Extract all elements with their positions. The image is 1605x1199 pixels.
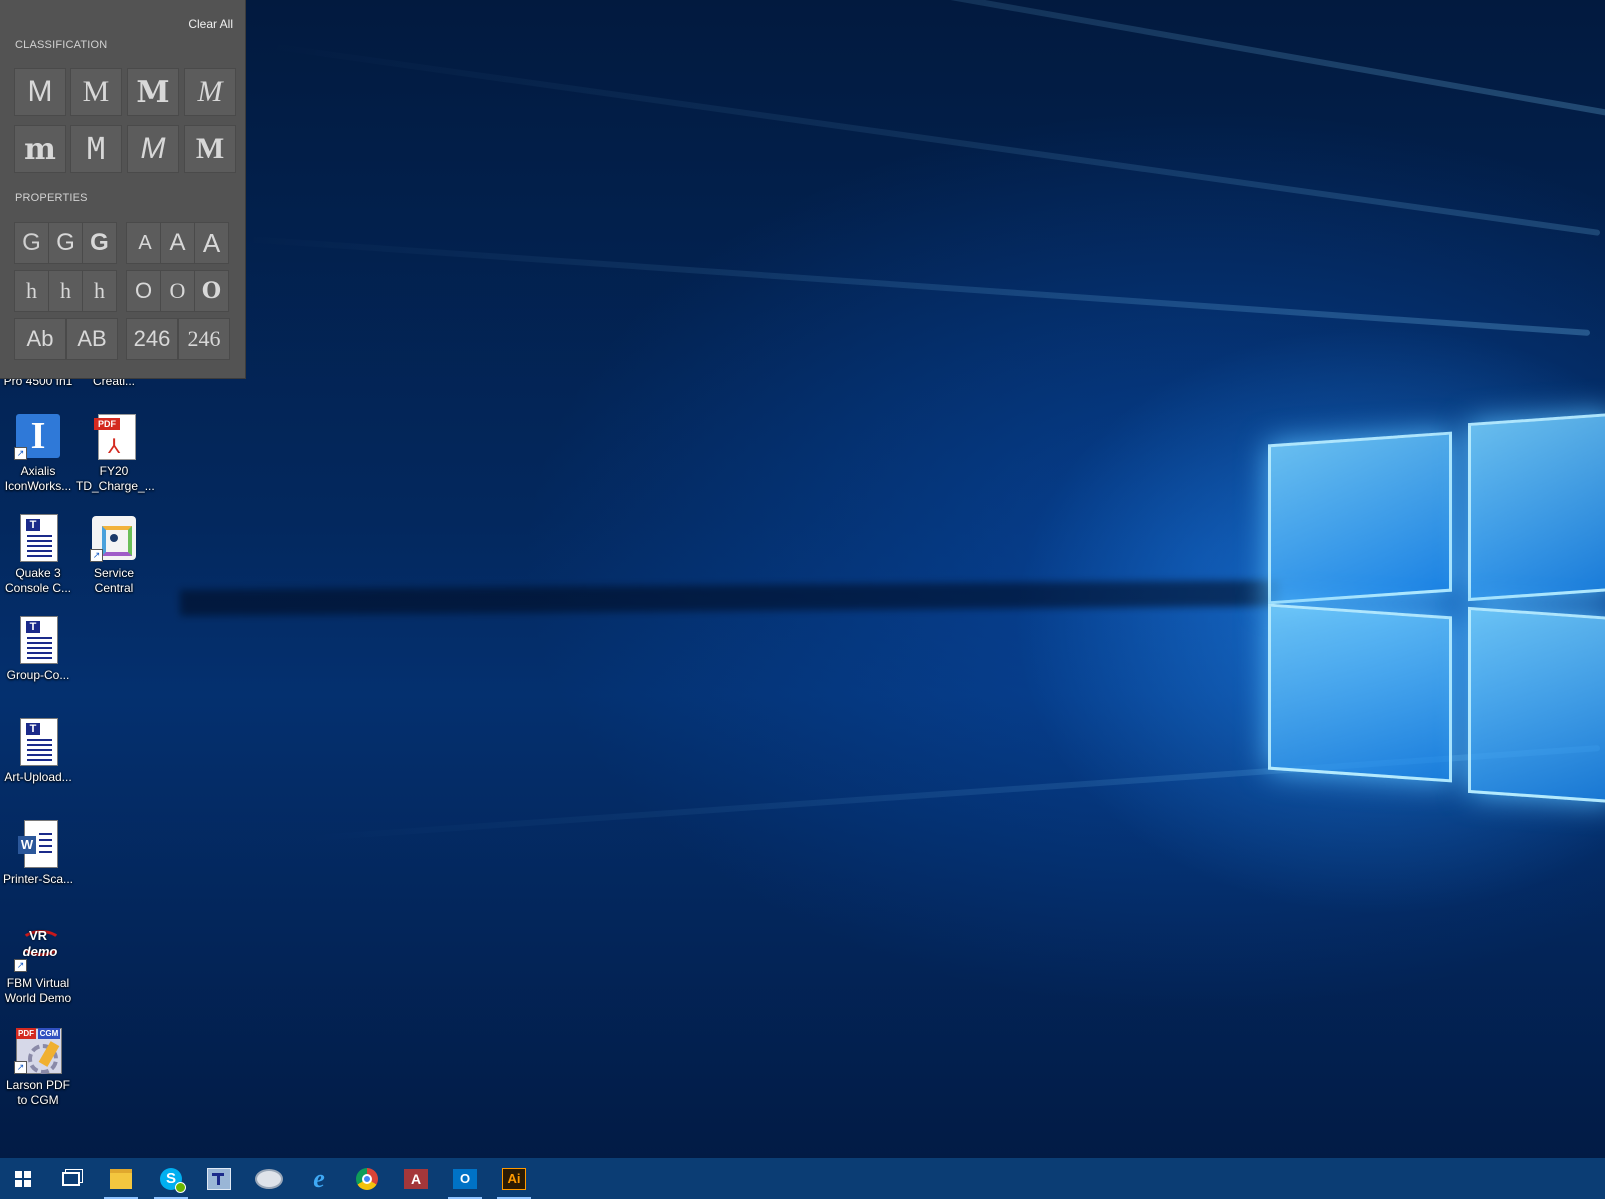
- desktop-icon-label: Axialis IconWorks...: [4, 464, 72, 493]
- contrast-medium-button[interactable]: O: [160, 270, 195, 312]
- text-document-icon: T: [14, 718, 62, 766]
- desktop-icon-label: Service Central: [93, 566, 134, 595]
- wallpaper-beam: [262, 42, 1601, 236]
- vr-badge-text: VR: [28, 928, 48, 943]
- skype-icon: S: [160, 1167, 186, 1193]
- xheight-high-button[interactable]: h: [82, 270, 117, 312]
- app-pin-icon: [207, 1167, 231, 1190]
- width-wide-button[interactable]: A: [194, 222, 229, 264]
- wallpaper-beam: [240, 0, 1605, 118]
- classification-decorative-button[interactable]: M: [184, 125, 236, 173]
- properties-title: PROPERTIES: [15, 192, 88, 204]
- chrome-icon: [356, 1167, 378, 1190]
- demo-badge-text: demo: [22, 944, 58, 959]
- cgm-badge-text: CGM: [38, 1028, 60, 1039]
- classification-handwritten-button[interactable]: M: [127, 125, 179, 173]
- clear-all-button[interactable]: Clear All: [188, 17, 233, 31]
- desktop-icon-art-upload[interactable]: T Art-Upload...: [0, 718, 76, 785]
- classification-title: CLASSIFICATION: [15, 39, 108, 51]
- desktop-icon-larson[interactable]: PDF CGM ↗ Larson PDF to CGM: [0, 1026, 76, 1108]
- vr-demo-icon: VR demo ↗: [14, 924, 62, 972]
- start-button[interactable]: [0, 1158, 46, 1199]
- classification-serif-button[interactable]: M: [70, 68, 122, 116]
- word-document-icon: W: [14, 820, 62, 868]
- xheight-medium-button[interactable]: h: [48, 270, 83, 312]
- taskbar: S e A O Ai: [0, 1158, 1605, 1199]
- desktop-icon-service-central[interactable]: ↗ Service Central: [76, 514, 152, 596]
- contrast-low-button[interactable]: O: [126, 270, 161, 312]
- wallpaper-pane: [1468, 606, 1605, 804]
- outlook-icon: O: [453, 1168, 477, 1189]
- wallpaper-pane: [1268, 431, 1452, 605]
- desktop-icon-axialis[interactable]: I ↗ Axialis IconWorks...: [0, 412, 76, 494]
- classification-script-button[interactable]: M: [184, 68, 236, 116]
- weight-light-button[interactable]: G: [14, 222, 49, 264]
- weight-regular-button[interactable]: G: [48, 222, 83, 264]
- width-narrow-button[interactable]: A: [126, 222, 161, 264]
- desktop-icon-quake3[interactable]: T Quake 3 Console C...: [0, 514, 76, 596]
- taskbar-chrome[interactable]: [344, 1158, 390, 1199]
- xheight-low-button[interactable]: h: [14, 270, 49, 312]
- wallpaper-pane: [1268, 603, 1452, 783]
- taskbar-app-pin-2[interactable]: [246, 1158, 292, 1199]
- wallpaper-shadow: [179, 580, 1281, 616]
- task-view-icon: [62, 1171, 80, 1186]
- iconworkshop-icon: I ↗: [14, 412, 62, 460]
- service-central-icon: ↗: [90, 514, 138, 562]
- desktop-icon-group-co[interactable]: T Group-Co...: [0, 616, 76, 683]
- pdf-cgm-icon: PDF CGM ↗: [14, 1026, 62, 1074]
- width-regular-button[interactable]: A: [160, 222, 195, 264]
- text-document-icon: T: [14, 514, 62, 562]
- desktop-icon-label: Larson PDF to CGM: [5, 1078, 71, 1107]
- case-caps-button[interactable]: AB: [66, 318, 118, 360]
- desktop-icon-printer-scan[interactable]: W Printer-Sca...: [0, 820, 76, 887]
- desktop-icon-label: Group-Co...: [6, 668, 70, 682]
- taskbar-outlook[interactable]: O: [442, 1158, 488, 1199]
- weight-bold-button[interactable]: G: [82, 222, 117, 264]
- classification-slab-serif-button[interactable]: M: [127, 68, 179, 116]
- numerals-oldstyle-button[interactable]: 246: [178, 318, 230, 360]
- illustrator-icon: Ai: [502, 1167, 526, 1190]
- desktop-icon-label: FY20 TD_Charge_...: [76, 464, 155, 493]
- font-filter-panel: Clear All CLASSIFICATION M M M M m M M M…: [0, 0, 246, 379]
- numerals-lining-button[interactable]: 246: [126, 318, 178, 360]
- task-view-button[interactable]: [48, 1158, 94, 1199]
- pdf-icon: PDF ⅄: [90, 412, 138, 460]
- taskbar-access[interactable]: A: [393, 1158, 439, 1199]
- classification-sans-serif-button[interactable]: M: [14, 68, 66, 116]
- taskbar-app-pin[interactable]: [196, 1158, 242, 1199]
- contrast-high-button[interactable]: O: [194, 270, 229, 312]
- classification-blackletter-button[interactable]: m: [14, 125, 66, 173]
- app-pin-2-icon: [255, 1168, 283, 1189]
- case-standard-button[interactable]: Ab: [14, 318, 66, 360]
- file-explorer-icon: [110, 1168, 132, 1189]
- windows-start-icon: [15, 1170, 31, 1187]
- classification-monospaced-button[interactable]: M: [70, 125, 122, 173]
- access-icon: A: [404, 1168, 428, 1189]
- taskbar-skype[interactable]: S: [148, 1158, 194, 1199]
- desktop-icon-fbm-vr[interactable]: VR demo ↗ FBM Virtual World Demo: [0, 924, 76, 1006]
- text-document-icon: T: [14, 616, 62, 664]
- taskbar-illustrator[interactable]: Ai: [491, 1158, 537, 1199]
- desktop-icon-fy20[interactable]: PDF ⅄ FY20 TD_Charge_...: [76, 412, 155, 494]
- taskbar-internet-explorer[interactable]: e: [296, 1158, 342, 1199]
- pdf-badge-text: PDF: [16, 1028, 36, 1039]
- wallpaper-beam: [243, 235, 1591, 336]
- desktop-icon-label: Printer-Sca...: [2, 872, 74, 886]
- wallpaper-pane: [1468, 412, 1605, 602]
- desktop-icon-label: Art-Upload...: [4, 770, 72, 784]
- internet-explorer-icon: e: [313, 1163, 325, 1193]
- taskbar-file-explorer[interactable]: [98, 1158, 144, 1199]
- desktop-icon-label: Quake 3 Console C...: [4, 566, 72, 595]
- desktop-icon-label: FBM Virtual World Demo: [4, 976, 72, 1005]
